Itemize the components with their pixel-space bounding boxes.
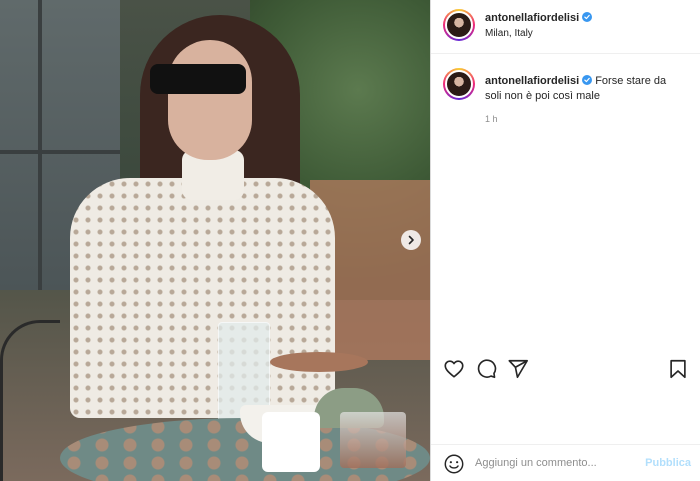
smiley-icon bbox=[444, 454, 464, 474]
share-button[interactable] bbox=[507, 358, 529, 380]
heart-icon bbox=[444, 360, 464, 378]
bookmark-icon bbox=[670, 359, 686, 379]
username-link[interactable]: antonellafiordelisi bbox=[485, 12, 593, 24]
action-bar bbox=[431, 352, 700, 386]
photo-sunglasses bbox=[150, 64, 246, 94]
photo-lace-top bbox=[70, 178, 335, 418]
emoji-button[interactable] bbox=[443, 453, 465, 475]
comment-icon bbox=[477, 359, 497, 379]
comment-form: Pubblica bbox=[431, 444, 700, 481]
caption-avatar[interactable] bbox=[443, 68, 475, 100]
caption-text: antonellafiordelisi Forse stare da soli … bbox=[485, 74, 685, 104]
photo-tray bbox=[270, 352, 368, 372]
instagram-post: antonellafiordelisi Milan, Italy antonel… bbox=[0, 0, 700, 481]
like-button[interactable] bbox=[443, 358, 465, 380]
caption-username[interactable]: antonellafiordelisi bbox=[485, 75, 579, 87]
location-link[interactable]: Milan, Italy bbox=[485, 28, 533, 39]
paper-plane-icon bbox=[508, 359, 528, 379]
post-photo[interactable] bbox=[0, 0, 430, 481]
publish-button[interactable]: Pubblica bbox=[645, 457, 691, 469]
avatar-image bbox=[445, 70, 473, 98]
photo-face bbox=[168, 40, 252, 160]
comment-button[interactable] bbox=[475, 358, 497, 380]
comment-input[interactable] bbox=[475, 453, 635, 473]
chevron-right-icon bbox=[408, 235, 414, 245]
photo-tumbler bbox=[340, 412, 406, 468]
photo-chair bbox=[0, 320, 60, 481]
photo-milk-jug bbox=[262, 412, 320, 472]
avatar-image bbox=[445, 11, 473, 39]
next-photo-button[interactable] bbox=[401, 230, 421, 250]
post-side-panel: antonellafiordelisi Milan, Italy antonel… bbox=[430, 0, 700, 481]
verified-badge-icon bbox=[582, 75, 593, 85]
verified-badge-icon bbox=[582, 12, 593, 22]
timestamp[interactable]: 1 h bbox=[485, 114, 498, 124]
post-header: antonellafiordelisi Milan, Italy bbox=[431, 0, 700, 54]
username-text: antonellafiordelisi bbox=[485, 12, 580, 24]
save-button[interactable] bbox=[667, 358, 689, 380]
avatar[interactable] bbox=[443, 9, 475, 41]
